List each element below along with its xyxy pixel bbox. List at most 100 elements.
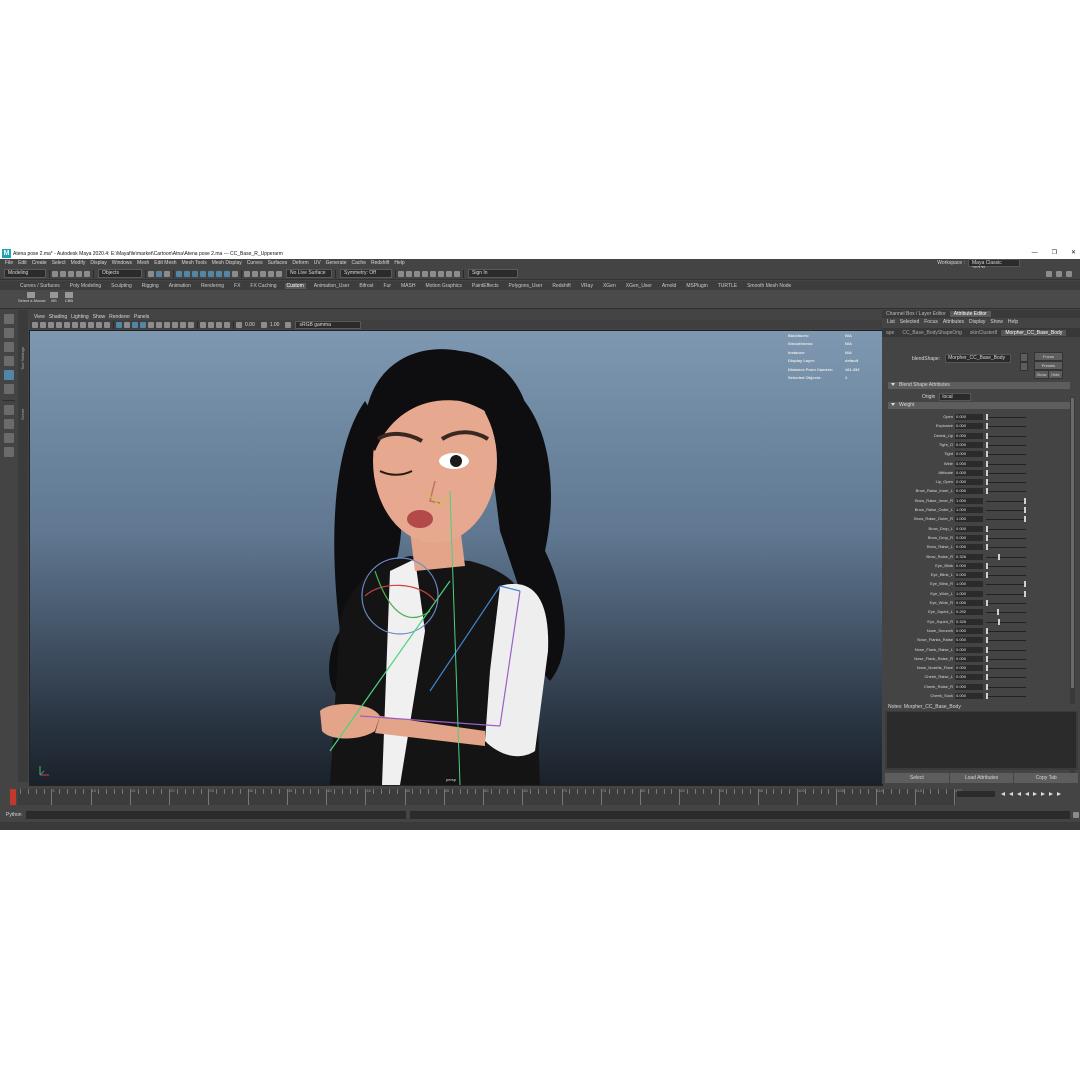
hide-button[interactable]: Hide — [1048, 370, 1063, 379]
lasso-tool-icon[interactable] — [4, 328, 14, 338]
symmetry-dropdown[interactable]: Symmetry: Off — [340, 269, 392, 278]
weight-slider-track[interactable] — [986, 630, 1026, 632]
weight-slider-handle[interactable] — [986, 627, 988, 634]
weight-slider-track[interactable] — [986, 565, 1026, 567]
single-perspective-layout-icon[interactable] — [4, 405, 14, 415]
weight-slider-handle[interactable] — [986, 525, 988, 532]
menu-deform[interactable]: Deform — [292, 260, 308, 266]
shelf-tab-xgen-user[interactable]: XGen_User — [624, 283, 654, 289]
tab-attribute-editor[interactable]: Attribute Editor — [949, 311, 991, 317]
weight-slider-track[interactable] — [986, 658, 1026, 660]
ipr-render-icon[interactable] — [414, 270, 420, 277]
weight-slider-handle[interactable] — [986, 693, 988, 699]
node-tab-shape-orig[interactable]: CC_Base_BodyShapeOrig — [898, 330, 965, 336]
weight-slider-track[interactable] — [986, 556, 1026, 558]
weight-value-field[interactable]: 0.326 — [955, 553, 983, 560]
node-tab-skincluster[interactable]: skinCluster8 — [966, 330, 1002, 336]
shelf-tab-custom[interactable]: Custom — [284, 282, 306, 289]
shelf-tab-arnold[interactable]: Arnold — [660, 283, 678, 289]
weight-slider-handle[interactable] — [986, 451, 988, 458]
xray-icon[interactable] — [208, 321, 214, 328]
snap-view-plane-icon[interactable] — [268, 270, 274, 277]
section-blend-shape-attributes[interactable]: Blend Shape Attributes — [888, 382, 1070, 389]
load-attributes-button[interactable]: Load Attributes — [949, 773, 1014, 783]
xray-active-icon[interactable] — [216, 321, 222, 328]
menu-display[interactable]: Display — [90, 260, 106, 266]
select-button[interactable]: Select — [885, 773, 949, 783]
rotate-tool-icon[interactable] — [4, 370, 14, 380]
select-rendering-icon[interactable] — [224, 270, 230, 277]
copy-tab-button[interactable]: Copy Tab — [1014, 773, 1079, 783]
snap-point-icon[interactable] — [260, 270, 266, 277]
shelf-button-bs[interactable]: BS — [48, 292, 60, 306]
weight-slider-track[interactable] — [986, 649, 1026, 651]
weight-slider-track[interactable] — [986, 463, 1026, 465]
safe-action-icon[interactable] — [104, 321, 110, 328]
weight-value-field[interactable]: 1.000 — [955, 507, 983, 513]
weight-value-field[interactable]: 0.000 — [955, 441, 983, 448]
shelf-tab-fur[interactable]: Fur — [382, 283, 394, 289]
notes-textarea[interactable] — [887, 712, 1076, 768]
gamma-value[interactable]: 1.00 — [270, 322, 280, 328]
shelf-tab-vray[interactable]: VRay — [579, 283, 595, 289]
select-deformations-icon[interactable] — [208, 270, 214, 277]
weight-value-field[interactable]: 0.000 — [955, 637, 983, 644]
weight-value-field[interactable]: 0.000 — [955, 562, 983, 569]
weight-slider-handle[interactable] — [986, 441, 988, 448]
menu-select[interactable]: Select — [52, 260, 66, 266]
hypershade-icon[interactable] — [430, 270, 436, 277]
origin-dropdown[interactable]: local — [939, 393, 972, 401]
shelf-tab-poly-modeling[interactable]: Poly Modeling — [68, 283, 103, 289]
weight-value-field[interactable]: 0.000 — [955, 414, 983, 420]
step-back-frame-icon[interactable] — [1017, 792, 1021, 796]
camera-select-icon[interactable] — [32, 321, 38, 328]
go-to-output-icon[interactable] — [1020, 362, 1028, 371]
snap-grid-icon[interactable] — [244, 270, 250, 277]
live-surface-field[interactable]: No Live Surface — [286, 269, 332, 278]
xray-joints-icon[interactable] — [224, 321, 230, 328]
weight-value-field[interactable]: 0.000 — [955, 488, 983, 495]
script-editor-icon[interactable] — [1073, 812, 1079, 818]
close-button[interactable]: ✕ — [1071, 248, 1076, 259]
weight-slider-handle[interactable] — [997, 609, 1000, 616]
camera-attributes-icon[interactable] — [40, 321, 46, 328]
gate-mask-icon[interactable] — [88, 321, 94, 328]
weight-slider-handle[interactable] — [986, 600, 988, 606]
color-management-icon[interactable] — [285, 321, 292, 328]
weight-slider-handle[interactable] — [986, 414, 988, 420]
weight-slider-track[interactable] — [986, 575, 1026, 577]
weight-slider-handle[interactable] — [986, 572, 988, 579]
weight-slider-track[interactable] — [986, 603, 1026, 604]
weight-slider-handle[interactable] — [986, 469, 988, 476]
shadows-icon[interactable] — [156, 321, 162, 328]
weight-slider-handle[interactable] — [986, 646, 988, 653]
weight-slider-handle[interactable] — [986, 460, 988, 467]
stop-render-icon[interactable] — [454, 270, 460, 277]
smooth-shade-icon[interactable] — [124, 321, 130, 328]
select-surfaces-icon[interactable] — [200, 270, 206, 277]
use-all-lights-icon[interactable] — [148, 321, 154, 328]
undo-icon[interactable] — [76, 270, 82, 277]
scene-tab[interactable]: Scene — [20, 409, 25, 420]
menu-surfaces[interactable]: Surfaces — [268, 260, 288, 266]
weight-slider-track[interactable] — [986, 584, 1026, 586]
perspective-viewport[interactable]: Backfaces: N/A Smoothness: N/A Instance: N/… — [29, 330, 883, 786]
shelf-tab-bifrost[interactable]: Bifrost — [357, 283, 375, 289]
selection-mode-dropdown[interactable]: Objects — [98, 269, 142, 278]
weight-slider-handle[interactable] — [1024, 590, 1026, 597]
render-icon[interactable] — [406, 270, 412, 277]
shelf-tab-xgen[interactable]: XGen — [601, 283, 618, 289]
menu-set-dropdown[interactable]: Modeling — [4, 269, 46, 278]
viewport-menu-renderer[interactable]: Renderer — [109, 314, 130, 320]
go-to-start-icon[interactable] — [1001, 792, 1005, 796]
ae-menu-attributes[interactable]: Attributes — [943, 319, 964, 325]
weight-value-field[interactable]: 1.000 — [955, 581, 983, 588]
tab-channel-box[interactable]: Channel Box / Layer Editor — [882, 311, 950, 317]
shelf-tab-rendering[interactable]: Rendering — [199, 283, 226, 289]
menu-cache[interactable]: Cache — [352, 260, 366, 266]
weight-slider-track[interactable] — [986, 444, 1026, 446]
weight-slider-track[interactable] — [986, 593, 1026, 595]
weight-value-field[interactable]: 1.000 — [955, 516, 983, 523]
current-frame-field[interactable] — [957, 791, 995, 797]
ae-menu-list[interactable]: List — [887, 319, 895, 325]
